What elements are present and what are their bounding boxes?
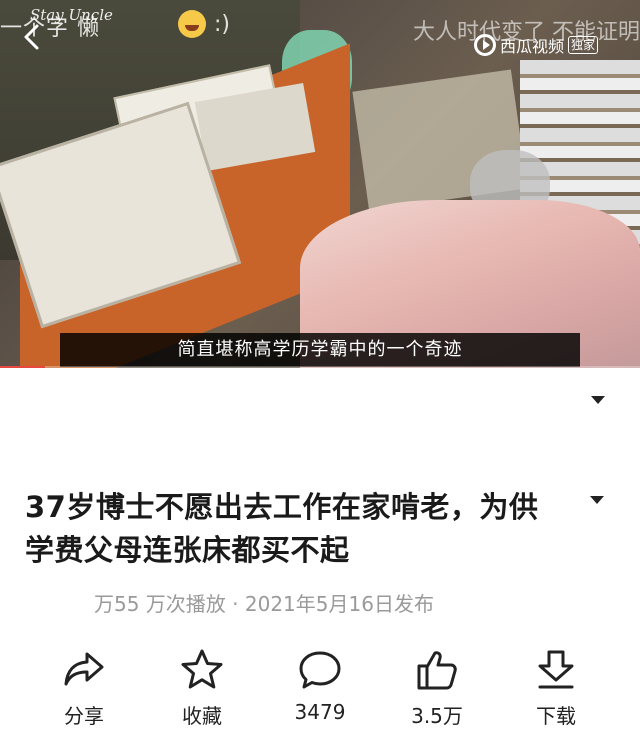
caret-down-icon xyxy=(590,496,604,504)
comment-count: 3479 xyxy=(294,700,346,724)
video-meta: 万55 万次播放 · 2021年5月16日发布 xyxy=(94,592,434,616)
share-icon xyxy=(64,652,104,686)
share-button[interactable]: 分享 xyxy=(34,640,134,729)
more-options-button[interactable] xyxy=(589,392,607,406)
video-progress-fill xyxy=(0,366,45,368)
download-button[interactable]: 下载 xyxy=(506,640,606,729)
overlay-emoji-tail: :) xyxy=(214,12,230,37)
comment-button[interactable]: 3479 xyxy=(270,640,370,724)
like-count: 3.5万 xyxy=(411,704,463,728)
watermark-brand: 西瓜视频 xyxy=(500,37,565,56)
favorite-button[interactable]: 收藏 xyxy=(152,640,252,729)
like-button[interactable]: 3.5万 xyxy=(387,640,487,729)
xigua-logo-icon xyxy=(474,34,496,56)
video-subtitle: 简直堪称高学历学霸中的一个奇迹 xyxy=(60,333,580,367)
back-button[interactable] xyxy=(18,22,48,52)
action-bar: 分享 收藏 3479 3.5万 下载 xyxy=(0,640,640,737)
share-label: 分享 xyxy=(64,704,104,728)
expand-title-button[interactable] xyxy=(588,492,606,506)
laughing-emoji-icon xyxy=(178,10,206,38)
download-label: 下载 xyxy=(536,704,576,728)
video-progress-bar[interactable] xyxy=(0,366,640,368)
caret-down-icon xyxy=(591,396,605,404)
favorite-label: 收藏 xyxy=(182,704,222,728)
watermark-badge: 独家 xyxy=(568,36,599,54)
watermark: 西瓜视频 独家 xyxy=(474,33,599,57)
video-player[interactable]: 一个字 懒 Stay Uncle :) 大人时代变了 不能证明 西瓜视频 独家 … xyxy=(0,0,640,368)
video-title: 37岁博士不愿出去工作在家啃老，为供学费父母连张床都买不起 xyxy=(25,490,539,567)
thumbs-up-icon xyxy=(417,651,457,690)
star-icon xyxy=(181,649,223,689)
video-top-bar: 一个字 懒 Stay Uncle :) 大人时代变了 不能证明 西瓜视频 独家 xyxy=(0,0,640,60)
back-arrow-icon xyxy=(24,24,39,50)
comment-icon xyxy=(299,651,341,689)
download-icon xyxy=(538,650,574,689)
